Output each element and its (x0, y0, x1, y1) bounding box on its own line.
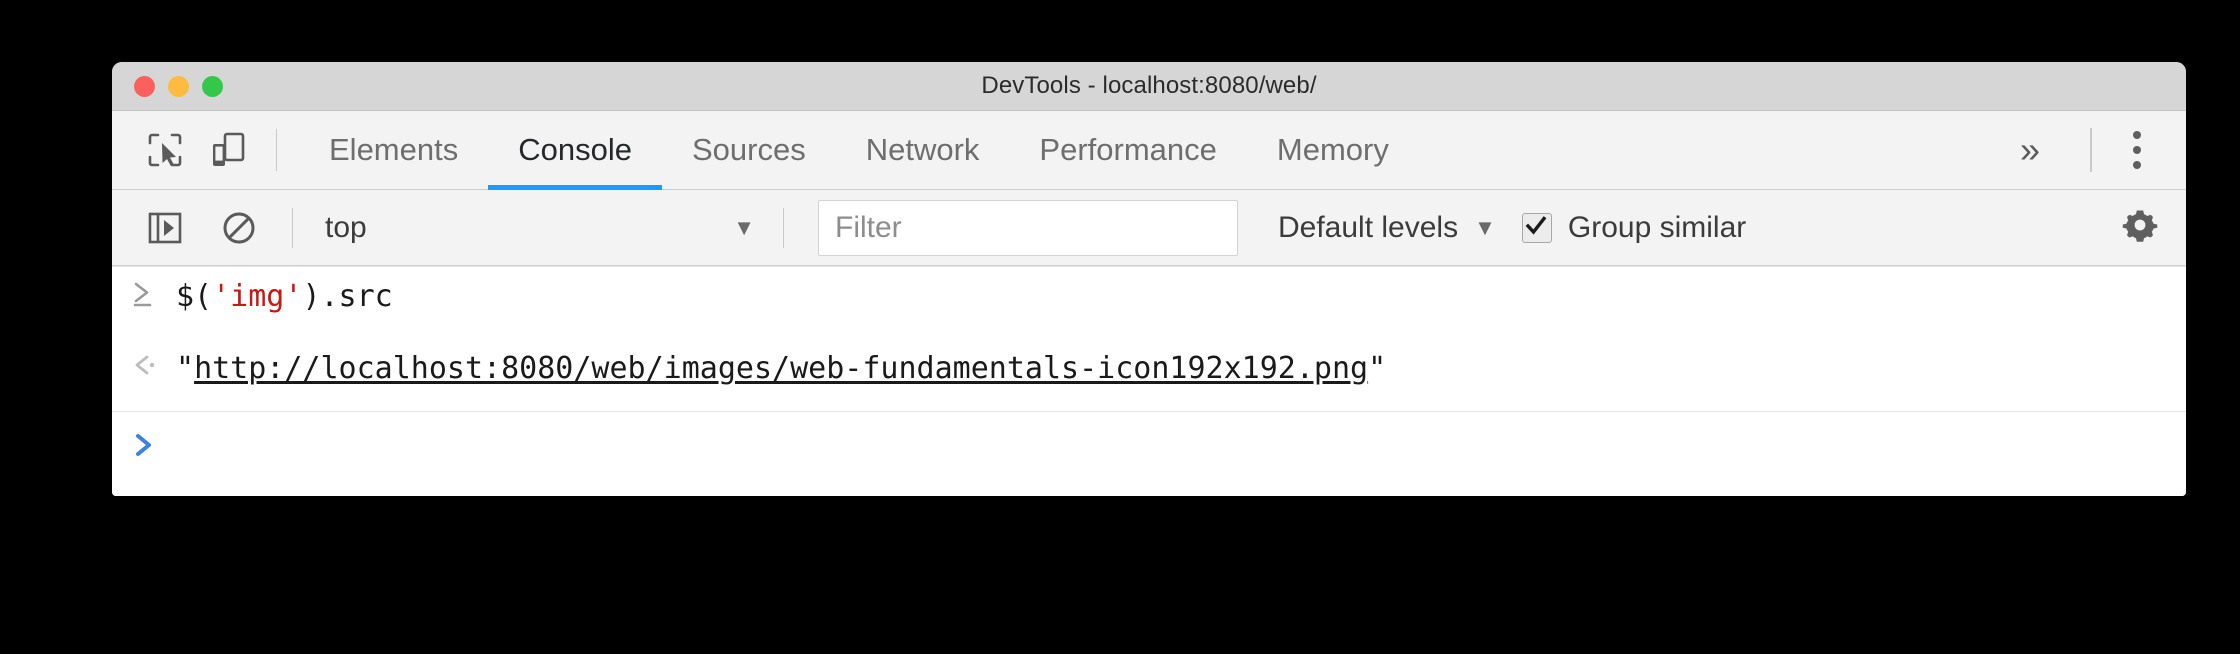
code-string-literal: 'img' (212, 279, 303, 314)
zoom-window-button[interactable] (202, 75, 223, 97)
tab-label: Network (865, 132, 980, 167)
window-title: DevTools - localhost:8080/web/ (981, 72, 1317, 99)
tab-network[interactable]: Network (836, 111, 1010, 190)
quote-open: " (176, 351, 195, 386)
tab-label: Memory (1276, 132, 1389, 167)
devtools-window: DevTools - localhost:8080/web/ Elements … (112, 62, 2186, 496)
tab-label: Performance (1039, 132, 1217, 167)
console-output-row[interactable]: "http://localhost:8080/web/images/web-fu… (112, 339, 2186, 411)
console-input-code: $('img').src (176, 275, 2186, 319)
more-tabs-chevron-icon[interactable]: » (1992, 132, 2068, 168)
console-input-row[interactable]: $('img').src (112, 267, 2186, 339)
tab-sources[interactable]: Sources (662, 111, 836, 190)
settings-button[interactable] (2120, 205, 2186, 250)
output-return-chevron (112, 347, 176, 381)
device-toolbar-icon[interactable] (196, 119, 258, 181)
result-url-link[interactable]: http://localhost:8080/web/images/web-fun… (194, 351, 1368, 386)
console-toolbar-divider (292, 207, 293, 248)
tab-elements[interactable]: Elements (299, 111, 488, 190)
execution-context-value: top (325, 210, 367, 244)
tab-console[interactable]: Console (488, 111, 662, 190)
execution-context-selector[interactable]: top ▼ (313, 202, 773, 254)
devtools-tabbar: Elements Console Sources Network Perform… (112, 111, 2186, 190)
code-suffix: ).src (302, 279, 393, 314)
group-similar-label: Group similar (1567, 210, 1747, 244)
quote-close: " (1368, 351, 1387, 386)
minimize-window-button[interactable] (168, 75, 189, 97)
console-toolbar: top ▼ Default levels ▼ Group similar (112, 190, 2186, 266)
console-message-list: $('img').src "http://localhost:8080/web/… (112, 266, 2186, 496)
prompt-chevron-icon (112, 430, 176, 460)
traffic-lights (134, 62, 223, 110)
console-prompt-input[interactable] (176, 426, 2186, 464)
log-levels-selector[interactable]: Default levels ▼ (1278, 211, 1496, 245)
console-output-value: "http://localhost:8080/web/images/web-fu… (176, 347, 2186, 391)
group-similar-toggle[interactable]: Group similar (1521, 210, 1747, 245)
group-similar-checkbox[interactable] (1521, 212, 1552, 243)
chevron-down-icon: ▼ (1474, 214, 1496, 240)
close-window-button[interactable] (134, 75, 155, 97)
input-prompt-chevron (112, 275, 176, 309)
tabbar-right-controls: » (1992, 111, 2186, 190)
code-prefix: $( (176, 279, 213, 314)
toolbar-divider (276, 129, 277, 171)
clear-console-icon[interactable] (208, 197, 270, 259)
filter-input-wrapper[interactable] (818, 199, 1238, 256)
inspect-element-icon[interactable] (134, 119, 196, 181)
console-toolbar-divider-2 (783, 207, 784, 248)
console-sidebar-toggle-icon[interactable] (134, 197, 196, 259)
tabbar-divider (2090, 128, 2092, 172)
console-prompt-row[interactable] (112, 411, 2186, 478)
filter-input[interactable] (833, 209, 1223, 246)
chevron-down-icon: ▼ (733, 214, 755, 240)
tab-performance[interactable]: Performance (1009, 111, 1246, 190)
window-titlebar: DevTools - localhost:8080/web/ (112, 62, 2186, 111)
tab-memory[interactable]: Memory (1247, 111, 1419, 190)
kebab-menu-icon[interactable] (2114, 121, 2160, 179)
tab-label: Sources (691, 132, 806, 167)
tab-label: Elements (329, 132, 459, 167)
panel-tabs: Elements Console Sources Network Perform… (299, 111, 1419, 190)
log-levels-label: Default levels (1278, 210, 1459, 244)
gear-icon (2120, 205, 2160, 250)
tab-label: Console (518, 132, 632, 167)
